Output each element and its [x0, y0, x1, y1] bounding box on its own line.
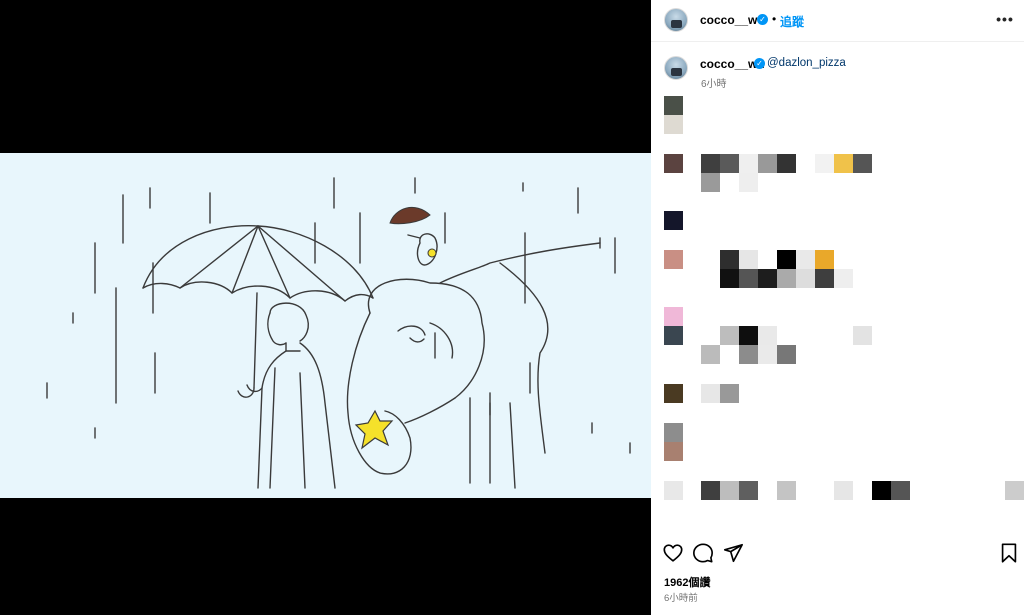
comment-pixel	[720, 250, 739, 269]
comment-pixel	[815, 154, 834, 173]
comment-pixel	[720, 269, 739, 288]
comment-pixel	[701, 384, 720, 403]
comment-pixel	[720, 154, 739, 173]
caption-avatar[interactable]	[664, 56, 688, 80]
comment-pixel	[796, 250, 815, 269]
more-options-icon[interactable]: •••	[996, 12, 1014, 26]
heart-icon[interactable]	[662, 542, 684, 564]
post-media-viewer[interactable]	[0, 0, 651, 615]
comment-pixel	[853, 326, 872, 345]
comment-pixel	[815, 250, 834, 269]
comment-avatar[interactable]	[664, 307, 683, 326]
illustration-svg	[46, 177, 631, 489]
comment-pixel	[739, 269, 758, 288]
verified-badge-icon: ✓	[754, 58, 765, 69]
comment-pixel	[1005, 481, 1024, 500]
like-count[interactable]: 1962個讚	[664, 574, 710, 590]
author-username[interactable]: cocco__wu	[700, 13, 765, 27]
comment-avatar[interactable]	[664, 384, 683, 403]
comment-pixel	[853, 154, 872, 173]
comment-pixel	[739, 250, 758, 269]
comment-pixel	[777, 481, 796, 500]
comment-pixel	[796, 269, 815, 288]
comment-pixel	[739, 326, 758, 345]
comment-pixel	[891, 481, 910, 500]
paper-plane-icon[interactable]	[722, 542, 744, 564]
comment-avatar[interactable]	[664, 423, 683, 442]
post-timestamp[interactable]: 6小時前	[664, 590, 698, 604]
comment-pixel	[777, 154, 796, 173]
author-avatar[interactable]	[664, 8, 688, 32]
comment-avatar[interactable]	[664, 96, 683, 115]
comment-pixel	[739, 173, 758, 192]
verified-badge-icon: ✓	[757, 14, 768, 25]
post-side-panel: cocco__wu ✓ • 追蹤 ••• cocco__wu ✓ @dazlon…	[651, 0, 1024, 615]
comment-pixel	[758, 326, 777, 345]
comment-avatar[interactable]	[664, 250, 683, 269]
bookmark-icon[interactable]	[998, 542, 1020, 564]
comment-pixel	[834, 481, 853, 500]
comment-pixel	[834, 154, 853, 173]
post-header: cocco__wu ✓ • 追蹤 •••	[651, 0, 1024, 42]
speech-bubble-icon[interactable]	[692, 542, 714, 564]
comment-pixel	[720, 384, 739, 403]
comment-pixel	[872, 481, 891, 500]
separator-dot: •	[772, 12, 777, 26]
comment-pixel	[739, 154, 758, 173]
yellow-star-shape	[354, 409, 394, 450]
comment-pixel	[739, 345, 758, 364]
comment-avatar[interactable]	[664, 154, 683, 173]
caption-time: 6小時	[701, 79, 727, 90]
comment-pixel	[701, 154, 720, 173]
comment-pixel	[815, 269, 834, 288]
post-image-illustration	[0, 153, 651, 498]
comment-pixel	[739, 481, 758, 500]
follow-button[interactable]: 追蹤	[780, 13, 804, 30]
post-action-bar	[651, 540, 1024, 564]
comment-avatar[interactable]	[664, 481, 683, 500]
comment-pixel	[720, 326, 739, 345]
comment-pixel	[777, 250, 796, 269]
comment-pixel	[777, 345, 796, 364]
comment-avatar-pixel	[664, 115, 683, 134]
comment-avatar-pixel	[664, 442, 683, 461]
comment-pixel	[777, 269, 796, 288]
caption-mention-link[interactable]: @dazlon_pizza	[767, 57, 846, 69]
comment-pixel	[701, 173, 720, 192]
comment-pixel	[758, 269, 777, 288]
comment-avatar-pixel	[664, 326, 683, 345]
comment-pixel	[758, 154, 777, 173]
comment-pixel	[758, 345, 777, 364]
comment-pixel	[834, 269, 853, 288]
comment-pixel	[701, 481, 720, 500]
comment-pixel	[701, 345, 720, 364]
comment-avatar[interactable]	[664, 211, 683, 230]
comment-pixel	[720, 481, 739, 500]
